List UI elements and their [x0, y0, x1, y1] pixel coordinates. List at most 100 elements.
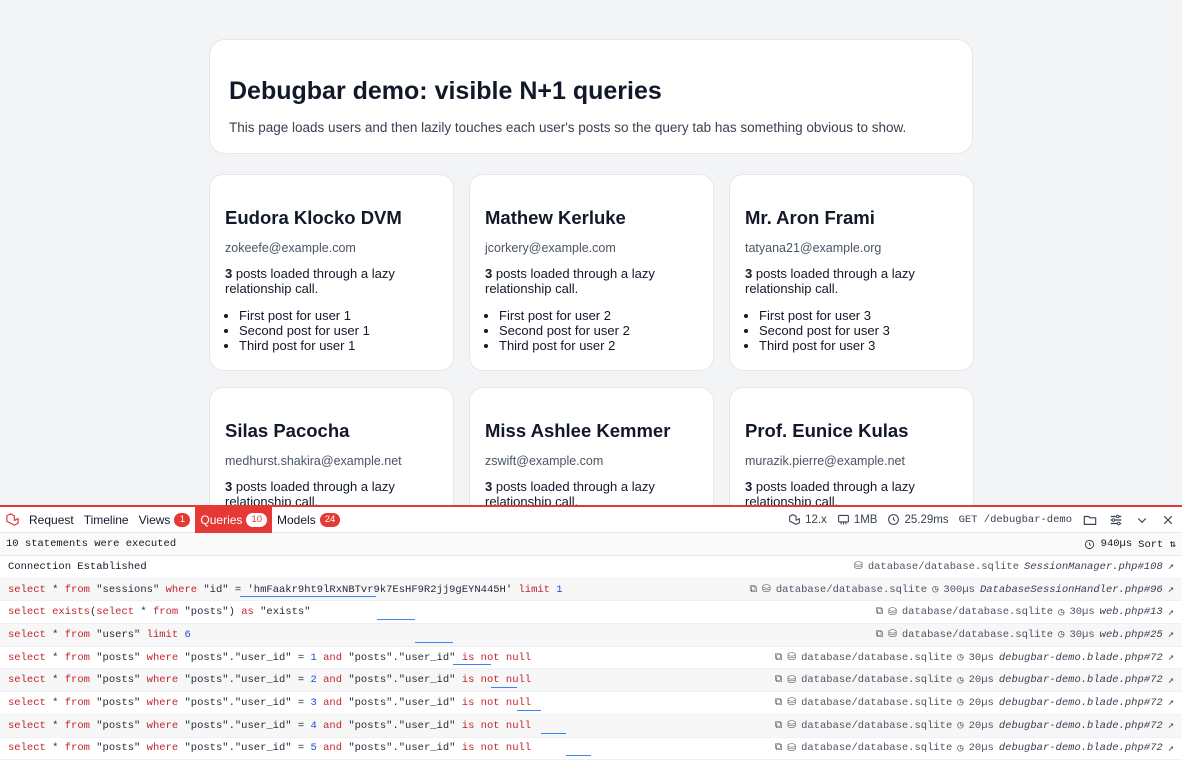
copy-icon[interactable]: ⧉: [750, 584, 758, 596]
external-link-icon[interactable]: ↗: [1168, 674, 1174, 687]
post-item: Second post for user 1: [239, 323, 438, 338]
user-email: medhurst.shakira@example.net: [225, 454, 402, 468]
page-content: Debugbar demo: visible N+1 queries This …: [0, 0, 1182, 505]
tab-views[interactable]: Views 1: [134, 507, 196, 533]
query-row[interactable]: select * from "posts" where "posts"."use…: [0, 738, 1182, 761]
sort-button[interactable]: Sort ⇅: [1138, 538, 1176, 551]
tab-request[interactable]: Request: [24, 507, 79, 533]
database-icon: ⛁: [787, 674, 797, 687]
copy-icon[interactable]: ⧉: [775, 652, 783, 664]
memory-icon: [837, 514, 849, 525]
query-sql[interactable]: select * from "posts" where "posts"."use…: [8, 674, 531, 686]
memory-usage[interactable]: 1MB: [837, 513, 877, 526]
database-icon: ⛁: [854, 561, 863, 574]
close-icon[interactable]: [1160, 512, 1176, 528]
query-row[interactable]: select * from "posts" where "posts"."use…: [0, 669, 1182, 693]
external-link-icon[interactable]: ↗: [1168, 742, 1174, 755]
external-link-icon[interactable]: ↗: [1168, 651, 1174, 664]
clock-icon: [888, 514, 900, 525]
laravel-logo-icon[interactable]: [0, 507, 24, 533]
copy-icon[interactable]: ⧉: [876, 606, 884, 618]
post-item: Second post for user 2: [499, 323, 698, 338]
clock-icon: ◷: [957, 720, 964, 733]
post-count: 3 posts loaded through a lazy relationsh…: [225, 266, 395, 296]
query-row[interactable]: select * from "posts" where "posts"."use…: [0, 647, 1182, 670]
query-sql[interactable]: select * from "posts" where "posts"."use…: [8, 720, 531, 732]
request-route[interactable]: GET /debugbar-demo: [959, 514, 1072, 526]
post-list: First post for user 3 Second post for us…: [745, 308, 958, 353]
external-link-icon[interactable]: ↗: [1168, 696, 1174, 709]
post-item: Third post for user 1: [239, 338, 438, 353]
query-sql[interactable]: select * from "posts" where "posts"."use…: [8, 697, 531, 709]
user-name: Silas Pacocha: [225, 420, 350, 441]
query-row[interactable]: select * from "posts" where "posts"."use…: [0, 692, 1182, 715]
query-row[interactable]: select * from "users" limit 6 ⧉ ⛁ databa…: [0, 624, 1182, 647]
page-description: This page loads users and then lazily to…: [229, 120, 907, 135]
copy-icon[interactable]: ⧉: [775, 720, 783, 732]
total-query-time: 940µs: [1100, 538, 1133, 550]
user-card: Mathew Kerluke jcorkery@example.com 3 po…: [469, 174, 714, 371]
chevron-down-icon[interactable]: [1134, 512, 1150, 528]
debugbar-header: Request Timeline Views 1 Queries 10 Models…: [0, 506, 1182, 533]
post-count: 3 posts loaded through a lazy relationsh…: [485, 266, 655, 296]
user-card: Prof. Eunice Kulas murazik.pierre@exampl…: [729, 387, 974, 505]
database-icon: ⛁: [787, 697, 797, 710]
laravel-icon: [789, 514, 800, 525]
user-card: Miss Ashlee Kemmer zswift@example.com 3 …: [469, 387, 714, 505]
copy-icon[interactable]: ⧉: [876, 629, 884, 641]
post-item: First post for user 2: [499, 308, 698, 323]
database-icon: ⛁: [787, 652, 797, 665]
external-link-icon[interactable]: ↗: [1168, 583, 1174, 596]
request-duration[interactable]: 25.29ms: [887, 513, 949, 526]
query-row[interactable]: select * from "sessions" where "id" = 'h…: [0, 578, 1182, 602]
post-item: First post for user 3: [759, 308, 958, 323]
external-link-icon[interactable]: ↗: [1168, 560, 1174, 573]
query-sql[interactable]: select * from "posts" where "posts"."use…: [8, 652, 531, 664]
copy-icon[interactable]: ⧉: [775, 742, 783, 754]
debugbar: Request Timeline Views 1 Queries 10 Models…: [0, 505, 1182, 768]
user-card: Mr. Aron Frami tatyana21@example.org 3 p…: [729, 174, 974, 371]
clock-icon: ◷: [1058, 606, 1065, 619]
post-count: 3 posts loaded through a lazy relationsh…: [485, 479, 655, 505]
external-link-icon[interactable]: ↗: [1168, 719, 1174, 732]
tab-timeline[interactable]: Timeline: [79, 507, 134, 533]
connection-row[interactable]: Connection Established ⛁ database/databa…: [0, 556, 1182, 579]
query-row[interactable]: select * from "posts" where "posts"."use…: [0, 714, 1182, 738]
views-badge: 1: [174, 512, 191, 527]
query-row[interactable]: select exists(select * from "posts") as …: [0, 601, 1182, 625]
user-email: tatyana21@example.org: [745, 241, 882, 255]
database-icon: ⛁: [787, 742, 797, 755]
settings-icon[interactable]: [1108, 512, 1124, 528]
user-name: Mr. Aron Frami: [745, 207, 875, 228]
database-icon: ⛁: [888, 606, 897, 619]
user-card: Silas Pacocha medhurst.shakira@example.n…: [209, 387, 454, 505]
query-sql[interactable]: select * from "users" limit 6: [8, 629, 191, 641]
hero-card: Debugbar demo: visible N+1 queries This …: [209, 39, 973, 154]
user-email: zswift@example.com: [485, 454, 604, 468]
query-sql[interactable]: select * from "posts" where "posts"."use…: [8, 742, 531, 754]
external-link-icon[interactable]: ↗: [1168, 628, 1174, 641]
external-link-icon[interactable]: ↗: [1168, 606, 1174, 619]
user-name: Miss Ashlee Kemmer: [485, 420, 671, 441]
tab-queries[interactable]: Queries 10: [195, 506, 273, 533]
clock-icon: ◷: [932, 584, 939, 597]
user-name: Prof. Eunice Kulas: [745, 420, 909, 441]
user-name: Mathew Kerluke: [485, 207, 626, 228]
post-item: Second post for user 3: [759, 323, 958, 338]
copy-icon[interactable]: ⧉: [775, 697, 783, 709]
query-sql[interactable]: select * from "sessions" where "id" = 'h…: [8, 584, 563, 596]
folder-icon[interactable]: [1082, 512, 1098, 528]
copy-icon[interactable]: ⧉: [775, 674, 783, 686]
query-sql[interactable]: select exists(select * from "posts") as …: [8, 606, 311, 618]
queries-summary: 10 statements were executed 940µs Sort ⇅: [0, 533, 1182, 556]
queries-badge: 10: [246, 512, 268, 527]
tab-models[interactable]: Models 24: [272, 507, 345, 533]
user-email: zokeefe@example.com: [225, 241, 356, 255]
user-name: Eudora Klocko DVM: [225, 207, 402, 228]
clock-icon: ◷: [957, 674, 964, 687]
statements-count: 10 statements were executed: [6, 538, 177, 550]
post-count: 3 posts loaded through a lazy relationsh…: [745, 266, 915, 296]
clock-icon: ◷: [957, 742, 964, 755]
laravel-version[interactable]: 12.x: [788, 513, 827, 526]
page-title: Debugbar demo: visible N+1 queries: [229, 77, 662, 105]
